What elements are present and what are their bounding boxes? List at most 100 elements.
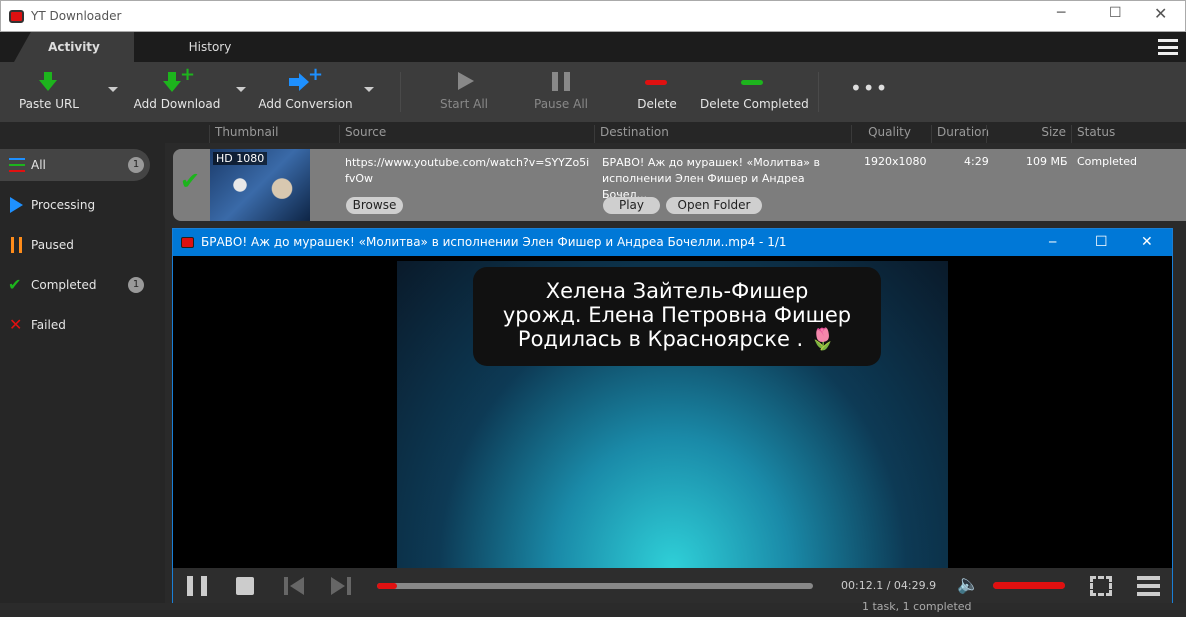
- count-badge: 1: [128, 157, 144, 173]
- playlist-icon[interactable]: [1137, 576, 1160, 596]
- quality: 1920x1080: [864, 155, 927, 168]
- destination: БРАВО! Аж до мурашек! «Молитва» в исполн…: [602, 156, 820, 201]
- paste-url-dropdown[interactable]: [108, 87, 118, 92]
- check-icon: ✔: [180, 167, 201, 195]
- next-button[interactable]: [331, 577, 351, 595]
- stop-button[interactable]: [236, 577, 254, 595]
- add-conversion-button[interactable]: + Add Conversion: [258, 62, 353, 122]
- label: Delete: [637, 97, 677, 111]
- col-duration[interactable]: Duration: [931, 125, 989, 143]
- tab-activity[interactable]: Activity: [14, 32, 134, 62]
- label: Add Conversion: [258, 97, 353, 111]
- delete-button[interactable]: Delete: [632, 62, 682, 122]
- duration: 4:29: [964, 155, 989, 168]
- subtitle-line: Хелена Зайтель-Фишер: [545, 279, 809, 303]
- sidebar-item-completed[interactable]: ✔ Completed 1: [0, 269, 150, 301]
- title-bar: YT Downloader ─ ☐ ✕: [0, 0, 1186, 32]
- app-title: YT Downloader: [31, 9, 122, 23]
- label: Pause All: [534, 97, 588, 111]
- col-size[interactable]: Size: [986, 125, 1071, 143]
- menu-icon[interactable]: [1158, 39, 1178, 55]
- sidebar-item-label: Paused: [31, 238, 74, 252]
- player-controls: 00:12.1 / 04:29.9 🔈: [173, 568, 1172, 604]
- fullscreen-icon[interactable]: [1090, 576, 1112, 596]
- app-logo-icon: [9, 10, 24, 23]
- maximize-button[interactable]: ☐: [1109, 5, 1122, 21]
- add-download-icon: [163, 81, 181, 92]
- sidebar-item-label: Processing: [31, 198, 96, 212]
- col-status[interactable]: Status: [1071, 125, 1186, 143]
- table-row[interactable]: ✔ HD 1080 https://www.youtube.com/watch?…: [173, 149, 1186, 221]
- paste-url-button[interactable]: Paste URL: [14, 62, 84, 122]
- sidebar-item-label: All: [31, 158, 46, 172]
- app-logo-icon: [181, 237, 194, 248]
- add-download-dropdown[interactable]: [236, 87, 246, 92]
- tab-history[interactable]: History: [150, 32, 270, 62]
- add-conversion-dropdown[interactable]: [364, 87, 374, 92]
- volume-level: [993, 582, 1065, 589]
- subtitle-line: урожд. Елена Петровна Фишер: [502, 303, 852, 327]
- count-badge: 1: [128, 277, 144, 293]
- pause-all-button[interactable]: Pause All: [530, 62, 592, 122]
- play-icon: [10, 197, 23, 213]
- seek-progress: [377, 583, 397, 589]
- label: Delete Completed: [700, 97, 809, 111]
- player-close-button[interactable]: ✕: [1141, 229, 1153, 256]
- size: 109 МБ: [1026, 155, 1068, 168]
- label: Start All: [439, 97, 488, 111]
- player-title: БРАВО! Аж до мурашек! «Молитва» в исполн…: [201, 235, 787, 249]
- start-all-button[interactable]: Start All: [434, 62, 494, 122]
- tab-label: Activity: [48, 40, 100, 54]
- browse-button[interactable]: Browse: [346, 197, 403, 214]
- toolbar: Paste URL + Add Download + Add Conversio…: [0, 62, 1186, 122]
- add-download-button[interactable]: + Add Download: [132, 62, 222, 122]
- player-minimize-button[interactable]: ─: [1049, 229, 1056, 256]
- sidebar-item-label: Failed: [31, 318, 66, 332]
- col-thumbnail[interactable]: Thumbnail: [209, 125, 339, 143]
- sidebar-item-processing[interactable]: Processing: [0, 189, 150, 221]
- minus-green-icon: [741, 80, 763, 85]
- column-header: Thumbnail Source Destination Quality Dur…: [0, 122, 1186, 143]
- volume-slider[interactable]: [993, 582, 1065, 589]
- x-icon: ✕: [9, 315, 23, 334]
- list-icon: [9, 158, 25, 172]
- sidebar: All 1 Processing Paused ✔ Completed 1 ✕ …: [0, 143, 165, 603]
- sidebar-item-all[interactable]: All 1: [0, 149, 150, 181]
- label: Paste URL: [18, 97, 79, 111]
- open-folder-button[interactable]: Open Folder: [666, 197, 762, 214]
- pause-icon: [552, 72, 570, 91]
- player-title-bar: БРАВО! Аж до мурашек! «Молитва» в исполн…: [173, 229, 1172, 256]
- minus-red-icon: [645, 80, 667, 85]
- tab-label: History: [188, 40, 232, 54]
- thumbnail: HD 1080: [210, 149, 310, 221]
- subtitle-line: Родилась в Красноярске . 🌷: [517, 327, 837, 351]
- subtitle-box: Хелена Зайтель-Фишер урожд. Елена Петров…: [473, 267, 881, 366]
- play-icon: [458, 72, 474, 90]
- previous-button[interactable]: [284, 577, 304, 595]
- delete-completed-button[interactable]: Delete Completed: [700, 62, 809, 122]
- more-icon[interactable]: •••: [850, 76, 888, 100]
- minimize-button[interactable]: ─: [1057, 5, 1065, 21]
- col-quality[interactable]: Quality: [851, 125, 931, 143]
- seek-bar[interactable]: [377, 583, 813, 589]
- download-arrow-icon: [39, 80, 57, 91]
- pause-button[interactable]: [187, 576, 207, 596]
- col-source[interactable]: Source: [339, 125, 594, 143]
- col-destination[interactable]: Destination: [594, 125, 851, 143]
- status-bar: 1 task, 1 completed: [0, 600, 1186, 617]
- time-display: 00:12.1 / 04:29.9: [841, 579, 937, 592]
- sidebar-item-paused[interactable]: Paused: [0, 229, 150, 261]
- volume-icon[interactable]: 🔈: [957, 574, 979, 595]
- status-text: 1 task, 1 completed: [862, 600, 972, 613]
- divider: [400, 72, 401, 112]
- source-url: https://www.youtube.com/watch?v=SYYZo5if…: [345, 156, 590, 185]
- close-button[interactable]: ✕: [1154, 4, 1167, 23]
- player-maximize-button[interactable]: ☐: [1095, 229, 1108, 256]
- status: Completed: [1077, 155, 1137, 168]
- sidebar-item-label: Completed: [31, 278, 97, 292]
- player-window: БРАВО! Аж до мурашек! «Молитва» в исполн…: [172, 228, 1173, 604]
- play-button[interactable]: Play: [603, 197, 660, 214]
- hd-badge: HD 1080: [213, 152, 268, 165]
- sidebar-item-failed[interactable]: ✕ Failed: [0, 309, 150, 341]
- pause-icon: [11, 237, 22, 253]
